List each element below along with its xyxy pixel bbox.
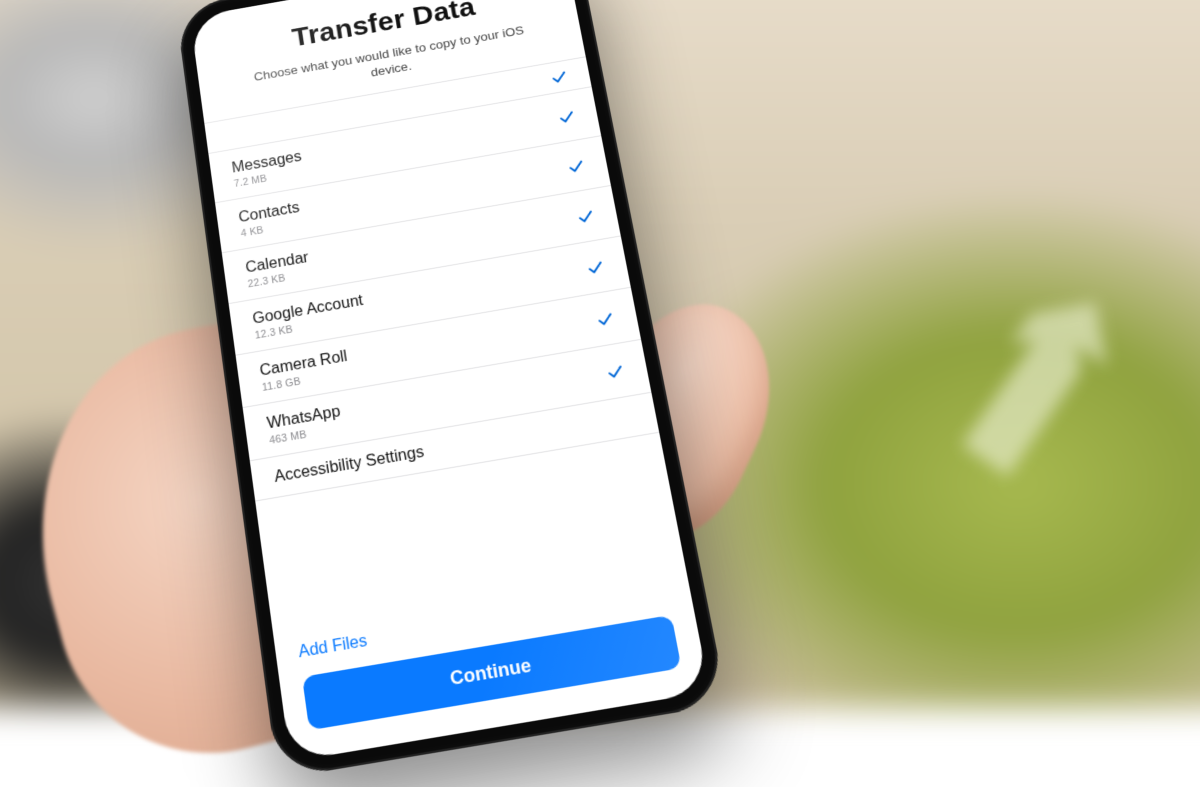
background-arrow-graphic bbox=[879, 229, 1180, 530]
check-icon bbox=[549, 68, 569, 87]
check-icon bbox=[585, 258, 606, 278]
check-icon bbox=[605, 362, 626, 382]
check-icon bbox=[557, 108, 577, 127]
transfer-items-list: Messages 7.2 MB Contacts 4 KB Calendar 2… bbox=[229, 91, 637, 498]
check-icon bbox=[575, 207, 596, 227]
check-icon bbox=[566, 157, 587, 176]
check-icon bbox=[595, 310, 616, 330]
